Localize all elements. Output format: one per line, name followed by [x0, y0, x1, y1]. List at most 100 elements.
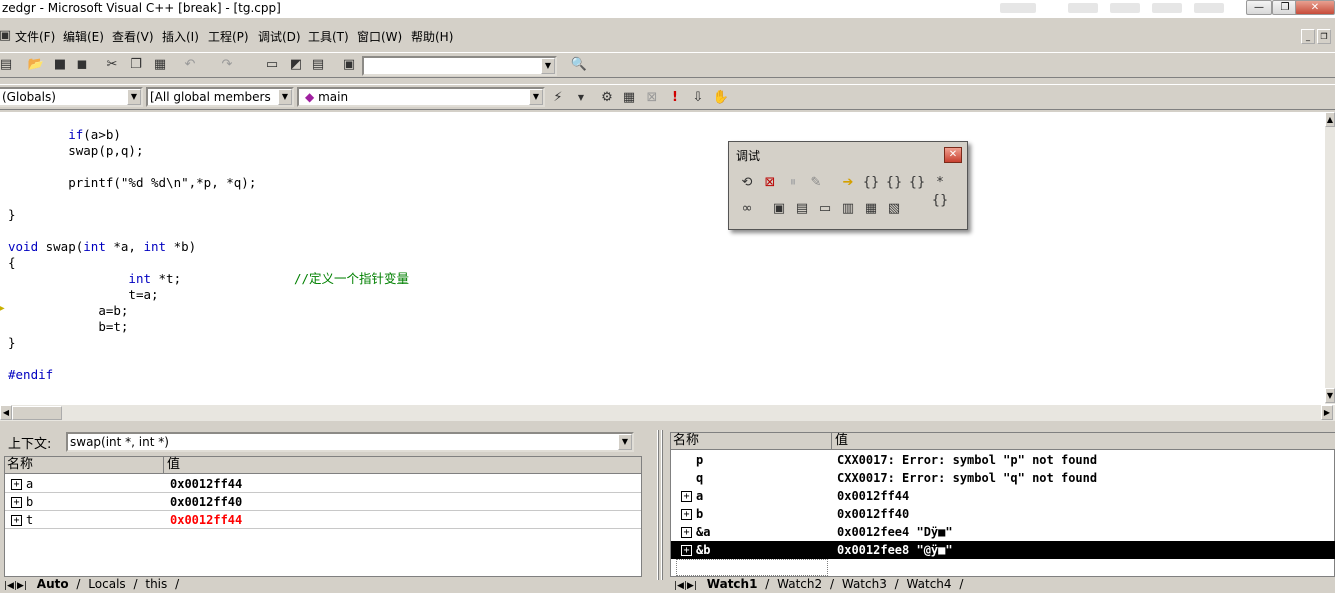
expand-plus-icon[interactable]: +: [11, 479, 22, 490]
new-watch-entry[interactable]: [676, 559, 828, 576]
expand-plus-icon[interactable]: +: [681, 509, 692, 520]
copy-icon[interactable]: ❐: [127, 56, 145, 74]
tab-watch2[interactable]: Watch2: [777, 577, 822, 591]
go-icon[interactable]: ⇩: [689, 89, 707, 107]
watch-row[interactable]: + &b 0x0012fee8 "@ÿ■": [671, 541, 1335, 559]
code-line[interactable]: if(a>b): [8, 127, 409, 143]
scroll-thumb[interactable]: [12, 406, 62, 420]
code-line[interactable]: }: [8, 207, 409, 223]
code-line[interactable]: }: [8, 335, 409, 351]
scroll-down-icon[interactable]: ▼: [1325, 388, 1335, 403]
cut-icon[interactable]: ✂: [103, 56, 121, 74]
find-combo[interactable]: ▼: [362, 56, 557, 76]
variable-row[interactable]: + t 0x0012ff44: [5, 511, 641, 529]
editor-vertical-scrollbar[interactable]: ▲ ▼: [1325, 112, 1335, 404]
undo-icon[interactable]: ↶: [181, 56, 199, 74]
code-line[interactable]: printf("%d %d\n",*p, *q);: [8, 175, 409, 191]
tab-watch1[interactable]: Watch1: [707, 577, 758, 591]
tab-locals[interactable]: Locals: [88, 577, 125, 591]
step-out-icon[interactable]: {}: [908, 174, 926, 192]
code-line[interactable]: #endif: [8, 367, 409, 383]
show-next-statement-icon[interactable]: ➔: [839, 174, 857, 192]
open-folder-icon[interactable]: 📂: [27, 56, 45, 74]
code-line[interactable]: t=a;: [8, 287, 409, 303]
members-combo[interactable]: ◆ main ▼: [297, 87, 545, 107]
execute-icon[interactable]: !: [666, 89, 684, 107]
editor-horizontal-scrollbar[interactable]: ◀ ▶: [0, 404, 1335, 421]
code-line[interactable]: [8, 191, 409, 207]
menu-insert[interactable]: 插入(I): [162, 28, 199, 45]
expand-plus-icon[interactable]: +: [681, 527, 692, 538]
minimize-button[interactable]: —: [1246, 0, 1272, 15]
code-line[interactable]: void swap(int *a, int *b): [8, 239, 409, 255]
code-line[interactable]: a=b;: [8, 303, 409, 319]
expand-plus-icon[interactable]: +: [11, 515, 22, 526]
new-file-icon[interactable]: ▤: [0, 56, 15, 74]
chevron-down-icon[interactable]: ▼: [127, 89, 141, 105]
expand-plus-icon[interactable]: +: [681, 491, 692, 502]
find-icon[interactable]: 🔍: [570, 56, 588, 74]
break-execution-icon[interactable]: ⏸: [784, 174, 802, 192]
watch-row[interactable]: + a 0x0012ff44: [671, 487, 1335, 505]
code-line[interactable]: swap(p,q);: [8, 143, 409, 159]
menu-window[interactable]: 窗口(W): [357, 28, 402, 45]
output-icon[interactable]: ◩: [287, 56, 305, 74]
scroll-right-icon[interactable]: ▶: [1321, 405, 1333, 420]
quick-watch-icon[interactable]: ∞: [738, 200, 756, 218]
window-list-icon[interactable]: ▤: [309, 56, 327, 74]
watch-row[interactable]: p CXX0017: Error: symbol "p" not found: [671, 451, 1335, 469]
apply-code-changes-icon[interactable]: ✎: [807, 174, 825, 192]
chevron-down-icon[interactable]: ▼: [529, 89, 543, 105]
tab-auto[interactable]: Auto: [37, 577, 69, 591]
variable-row[interactable]: + b 0x0012ff40: [5, 493, 641, 511]
code-line[interactable]: [8, 351, 409, 367]
close-icon[interactable]: ✕: [944, 147, 962, 163]
menu-debug[interactable]: 调试(D): [258, 28, 301, 45]
redo-icon[interactable]: ↷: [218, 56, 236, 74]
variable-row[interactable]: + a 0x0012ff44: [5, 475, 641, 493]
breakpoint-hand-icon[interactable]: ✋: [712, 89, 730, 107]
compile-icon[interactable]: ⚙: [598, 89, 616, 107]
scroll-up-icon[interactable]: ▲: [1325, 112, 1335, 127]
watch-window-icon[interactable]: ▣: [770, 200, 788, 218]
class-combo[interactable]: (Globals) ▼: [0, 87, 143, 107]
build-icon[interactable]: ▦: [620, 89, 638, 107]
code-line[interactable]: {: [8, 255, 409, 271]
column-name-header[interactable]: 名称: [7, 457, 33, 473]
stop-debugging-icon[interactable]: ⊠: [761, 174, 779, 192]
memory-window-icon[interactable]: ▥: [839, 200, 857, 218]
tab-watch4[interactable]: Watch4: [907, 577, 952, 591]
menu-project[interactable]: 工程(P): [208, 28, 249, 45]
source-code[interactable]: if(a>b) swap(p,q); printf("%d %d\n",*p, …: [8, 127, 409, 383]
pane-splitter[interactable]: [652, 426, 670, 590]
call-stack-icon[interactable]: ▦: [862, 200, 880, 218]
expand-plus-icon[interactable]: +: [11, 497, 22, 508]
scroll-left-icon[interactable]: ◀: [0, 405, 12, 420]
splitter-grip[interactable]: [661, 430, 663, 580]
menu-view[interactable]: 查看(V): [112, 28, 154, 45]
tab-watch3[interactable]: Watch3: [842, 577, 887, 591]
workspace-icon[interactable]: ▭: [263, 56, 281, 74]
step-over-icon[interactable]: {}: [885, 174, 903, 192]
watch-row[interactable]: + b 0x0012ff40: [671, 505, 1335, 523]
mdi-minimize-button[interactable]: _: [1301, 29, 1315, 44]
disassembly-icon[interactable]: ▧: [885, 200, 903, 218]
code-line[interactable]: b=t;: [8, 319, 409, 335]
column-value-header[interactable]: 值: [831, 433, 848, 450]
menu-tools[interactable]: 工具(T): [308, 28, 349, 45]
watch-row[interactable]: q CXX0017: Error: symbol "q" not found: [671, 469, 1335, 487]
chevron-down-icon[interactable]: ▼: [541, 58, 555, 74]
splitter-grip[interactable]: [657, 430, 659, 580]
code-line[interactable]: int *t; //定义一个指针变量: [8, 271, 409, 287]
mdi-restore-button[interactable]: ❐: [1317, 29, 1331, 44]
chevron-down-icon[interactable]: ▼: [278, 89, 292, 105]
code-line[interactable]: [8, 223, 409, 239]
menu-help[interactable]: 帮助(H): [411, 28, 453, 45]
column-name-header[interactable]: 名称: [673, 433, 699, 449]
stop-build-icon[interactable]: ⊠: [643, 89, 661, 107]
step-into-icon[interactable]: {}: [862, 174, 880, 192]
find-in-files-icon[interactable]: ▣: [340, 56, 358, 74]
column-value-header[interactable]: 值: [163, 457, 180, 474]
tab-this[interactable]: this: [145, 577, 167, 591]
context-combo[interactable]: swap(int *, int *) ▼: [66, 432, 634, 452]
